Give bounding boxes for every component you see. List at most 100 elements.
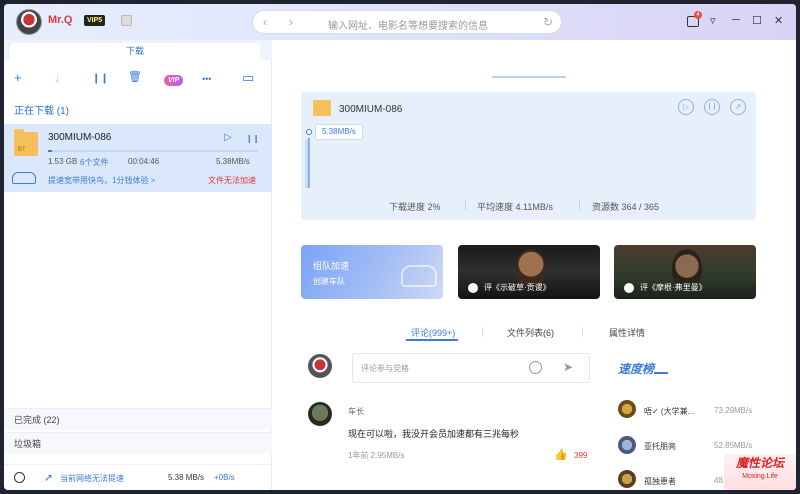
rank-name[interactable]: 亚托朋亮 <box>644 441 676 452</box>
detail-panel: 300MIUM-086 ▷ ❙❙ ↗ 5.38MB/s 下载进度 2% 平均速度… <box>272 40 796 490</box>
screen-icon[interactable]: ▭ <box>242 70 254 86</box>
completed-section[interactable]: 已完成 (22) <box>4 408 272 430</box>
download-task-row[interactable]: BT 300MIUM-086 ▷ ❙❙ 1.53 GB 6个文件 00:04:4… <box>4 124 272 192</box>
task-speed: 5.38MB/s <box>216 157 250 166</box>
team-accel-title: 组队加速 <box>313 261 350 271</box>
like-count: 399 <box>574 451 588 460</box>
emoji-icon[interactable] <box>529 361 542 374</box>
tab-properties[interactable]: 属性详情 <box>609 326 645 339</box>
comment-input[interactable]: 评论参与党格 ➤ <box>352 353 590 383</box>
speed-marker <box>306 129 312 135</box>
forward-icon[interactable]: › <box>289 15 293 29</box>
speed-graph <box>305 138 310 188</box>
active-tab-indicator <box>406 339 458 341</box>
app-window: Mr.Q VIP5 ‹ › 输入网址、电影名等想要搜索的信息 ↻ 4 ▿ ─ ☐… <box>4 4 796 490</box>
watermark-title: 魔性论坛 <box>735 456 784 470</box>
thumbs-up-icon[interactable]: 👍 <box>554 448 568 461</box>
detail-folder-icon <box>313 100 331 116</box>
vip-badge: VIP5 <box>84 15 106 26</box>
comment-time: 1年前 2.95MB/s <box>348 451 405 460</box>
average-speed: 平均速度 4.11MB/s <box>477 202 553 212</box>
add-task-icon[interactable]: + <box>14 70 22 85</box>
maximize-button[interactable]: ☐ <box>752 14 762 27</box>
top-indicator <box>492 76 566 78</box>
downloading-section-title[interactable]: 正在下载 (1) <box>14 102 69 117</box>
task-detail-card: 300MIUM-086 ▷ ❙❙ ↗ 5.38MB/s 下载进度 2% 平均速度… <box>301 92 756 220</box>
create-team-link[interactable]: 创建车队 <box>313 276 345 287</box>
back-icon[interactable]: ‹ <box>263 15 267 29</box>
review-icon <box>624 283 634 293</box>
pause-icon[interactable]: ❙❙ <box>246 134 259 143</box>
download-progress: 下载进度 2% <box>389 202 441 212</box>
search-bar[interactable]: ‹ › 输入网址、电影名等想要搜索的信息 ↻ <box>252 10 562 34</box>
clock-icon[interactable] <box>14 472 25 483</box>
rank-name[interactable]: 孤独患者 <box>644 476 676 487</box>
movie-review-text: 评《摩根·弗里曼》 <box>640 283 707 292</box>
task-name: 300MIUM-086 <box>48 132 112 143</box>
open-folder-icon[interactable]: ↗ <box>730 99 746 115</box>
pause-all-icon[interactable]: ❙❙ <box>92 73 109 84</box>
refresh-icon[interactable]: ↻ <box>543 15 553 29</box>
message-count-badge: 4 <box>694 11 702 19</box>
team-accel-card[interactable]: 组队加速 创建车队 <box>301 245 443 299</box>
minimize-button[interactable]: ─ <box>732 14 740 26</box>
trash-section[interactable]: 垃圾箱 <box>4 432 272 454</box>
level-badge-icon <box>121 15 132 26</box>
source-count: 资源数 364 / 365 <box>592 202 660 212</box>
vip-icon[interactable]: VIP <box>164 75 184 86</box>
rank-avatar[interactable] <box>618 470 636 488</box>
detail-pause-icon[interactable]: ❙❙ <box>704 99 720 115</box>
speedup-promo-link[interactable]: 提速宽带用快鸟，1分钱体验 > <box>48 175 155 186</box>
menu-icon[interactable]: ▿ <box>710 14 716 27</box>
rank-avatar[interactable] <box>618 400 636 418</box>
close-button[interactable]: ✕ <box>774 14 783 27</box>
stat-divider <box>465 200 466 210</box>
speed-ranking-title: 速度榜 <box>618 362 655 376</box>
rank-speed: 52.85MB/s <box>714 441 753 450</box>
ranking-underline <box>654 372 668 374</box>
commenter-name[interactable]: 车长 <box>348 406 364 417</box>
car-icon <box>401 265 437 287</box>
rank-speed: 73.29MB/s <box>714 406 753 415</box>
send-icon[interactable]: ➤ <box>563 360 573 374</box>
task-progress-bar <box>48 150 258 152</box>
network-status[interactable]: 当前网络无法提速 <box>60 473 124 484</box>
movie-review-card[interactable]: 评《摩根·弗里曼》 <box>614 245 756 299</box>
tab-strip: 下载 <box>4 40 272 60</box>
detail-task-name: 300MIUM-086 <box>339 104 403 115</box>
user-avatar[interactable] <box>16 9 42 35</box>
search-input[interactable]: 输入网址、电影名等想要搜索的信息 <box>328 17 488 32</box>
forum-watermark: 魔性论坛 Moxing.Life <box>724 454 796 490</box>
username[interactable]: Mr.Q <box>48 14 72 26</box>
extra-speed: +0B/s <box>214 473 235 482</box>
comment-placeholder: 评论参与党格 <box>361 364 409 373</box>
tab-comments[interactable]: 评论(999+) <box>411 326 455 339</box>
download-icon[interactable]: ↓ <box>54 70 61 85</box>
tab-divider <box>582 327 583 337</box>
task-files: 6个文件 <box>80 158 109 167</box>
rank-name[interactable]: 唔✓ (大学兼... <box>644 406 694 417</box>
play-icon[interactable]: ▷ <box>224 132 232 143</box>
my-avatar <box>308 354 332 378</box>
no-accel-warning: 文件无法加速 <box>208 176 256 185</box>
stat-divider <box>579 200 580 210</box>
bt-folder-icon: BT <box>14 129 38 156</box>
movie-review-text: 评《示破草·贡谡》 <box>484 283 551 292</box>
commenter-avatar[interactable] <box>308 402 332 426</box>
download-toolbar: + ↓ ❙❙ 🗑 VIP ••• ▭ <box>4 64 272 94</box>
tab-files[interactable]: 文件列表(6) <box>507 326 554 339</box>
tab-divider <box>482 327 483 337</box>
detail-play-icon[interactable]: ▷ <box>678 99 694 115</box>
tab-download[interactable]: 下载 <box>10 43 260 60</box>
comment-text: 现在可以啦，我没开会员加速都有三兆每秒 <box>348 429 520 439</box>
review-icon <box>468 283 478 293</box>
more-icon[interactable]: ••• <box>202 74 211 84</box>
movie-review-card[interactable]: 评《示破草·贡谡》 <box>458 245 600 299</box>
task-elapsed: 00:04:46 <box>128 157 160 166</box>
download-sidebar: 下载 + ↓ ❙❙ 🗑 VIP ••• ▭ 正在下载 (1) BT 300MIU… <box>4 40 282 490</box>
delete-icon[interactable]: 🗑 <box>128 70 142 83</box>
rank-avatar[interactable] <box>618 436 636 454</box>
accelerate-arrow-icon: ➚ <box>44 472 54 484</box>
car-icon <box>12 172 36 184</box>
title-bar: Mr.Q VIP5 ‹ › 输入网址、电影名等想要搜索的信息 ↻ 4 ▿ ─ ☐… <box>4 4 796 40</box>
